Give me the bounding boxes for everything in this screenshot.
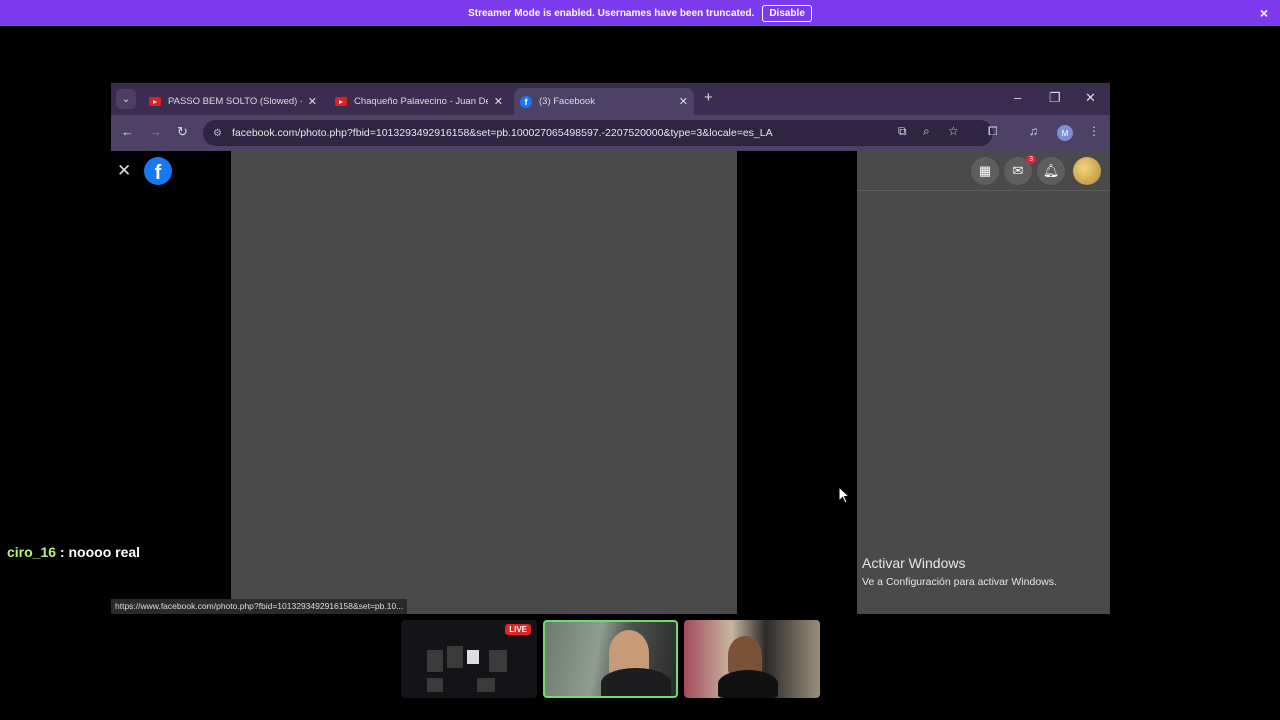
tab-label: Chaqueño Palavecino - Juan De bbox=[354, 96, 488, 107]
preview-thumbnail bbox=[467, 650, 479, 664]
profile-avatar[interactable]: M bbox=[1057, 125, 1073, 141]
browser-window: ⌄ PASSO BEM SOLTO (Slowed) - Y ✕ Chaqueñ… bbox=[111, 83, 1110, 614]
youtube-icon bbox=[335, 97, 347, 106]
mouse-cursor-icon bbox=[838, 486, 850, 504]
webcam-tile[interactable] bbox=[684, 620, 820, 698]
activate-windows-title: Activar Windows bbox=[862, 555, 966, 571]
tab-close-icon[interactable]: ✕ bbox=[308, 95, 317, 108]
restore-icon[interactable]: ❐ bbox=[1049, 90, 1061, 106]
tab-youtube-passo[interactable]: PASSO BEM SOLTO (Slowed) - Y ✕ bbox=[143, 88, 323, 115]
banner-text: Streamer Mode is enabled. Usernames have… bbox=[468, 7, 755, 19]
extensions-icon[interactable]: ⧠ bbox=[988, 124, 998, 139]
messenger-badge: 3 bbox=[1026, 155, 1036, 164]
new-tab-button[interactable]: + bbox=[704, 89, 713, 106]
activate-windows-subtitle: Ve a Configuración para activar Windows. bbox=[862, 576, 1057, 588]
menu-grid-icon[interactable]: ▦ bbox=[971, 157, 999, 185]
preview-thumbnail bbox=[447, 646, 463, 668]
messenger-icon[interactable]: ✉ 3 bbox=[1004, 155, 1036, 185]
site-info-icon[interactable]: ⚙ bbox=[213, 128, 222, 139]
preview-thumbnail bbox=[477, 678, 495, 692]
disable-streamer-mode-button[interactable]: Disable bbox=[762, 4, 812, 22]
browser-toolbar: ← → ↻ ⚙ facebook.com/photo.php?fbid=1013… bbox=[111, 115, 1110, 151]
chat-separator: : bbox=[56, 544, 69, 560]
link-status-bar: https://www.facebook.com/photo.php?fbid=… bbox=[111, 599, 408, 614]
tab-facebook[interactable]: f (3) Facebook ✕ bbox=[514, 88, 694, 115]
minimize-icon[interactable]: – bbox=[1014, 90, 1021, 105]
photo-viewer bbox=[231, 151, 737, 614]
notifications-bell-icon[interactable]: 🔔︎ bbox=[1037, 157, 1065, 185]
tab-label: PASSO BEM SOLTO (Slowed) - Y bbox=[168, 96, 302, 107]
tab-search-dropdown-icon[interactable]: ⌄ bbox=[116, 89, 136, 109]
bookmark-star-icon[interactable]: ☆ bbox=[948, 124, 959, 138]
live-badge: LIVE bbox=[505, 624, 531, 635]
guest-body bbox=[718, 670, 778, 698]
install-app-icon[interactable]: ⧉ bbox=[898, 124, 907, 139]
chat-username: ciro_16 bbox=[7, 544, 57, 560]
banner-close-icon[interactable]: × bbox=[1260, 5, 1268, 21]
close-photo-icon[interactable]: ✕ bbox=[117, 161, 131, 181]
chat-message: ciro_16 : noooo real bbox=[7, 544, 140, 560]
more-menu-icon[interactable]: ⋮ bbox=[1088, 124, 1100, 138]
streamer-mode-banner: Streamer Mode is enabled. Usernames have… bbox=[0, 0, 1280, 26]
window-close-icon[interactable]: ✕ bbox=[1085, 90, 1096, 106]
stream-preview-tile[interactable]: LIVE bbox=[401, 620, 537, 698]
zoom-icon[interactable]: ⌕ bbox=[923, 124, 930, 139]
address-bar[interactable]: ⚙ facebook.com/photo.php?fbid=1013293492… bbox=[203, 120, 993, 146]
reload-icon[interactable]: ↻ bbox=[177, 124, 188, 140]
tab-youtube-chaqueno[interactable]: Chaqueño Palavecino - Juan De ✕ bbox=[329, 88, 509, 115]
account-avatar[interactable] bbox=[1073, 157, 1101, 185]
preview-thumbnail bbox=[489, 650, 507, 672]
address-url[interactable]: facebook.com/photo.php?fbid=101329349291… bbox=[232, 127, 773, 139]
media-controls-icon[interactable]: ♫ bbox=[1029, 124, 1038, 138]
page-content: ✕ f ▦ ✉ 3 🔔︎ Activar Windows Ve a Config… bbox=[111, 151, 1110, 614]
chat-text: noooo real bbox=[68, 544, 141, 560]
tab-label: (3) Facebook bbox=[539, 96, 595, 107]
preview-thumbnail bbox=[427, 678, 443, 692]
back-arrow-icon[interactable]: ← bbox=[121, 124, 134, 139]
tab-close-icon[interactable]: ✕ bbox=[679, 95, 688, 108]
forward-arrow-icon[interactable]: → bbox=[149, 124, 162, 139]
guest-face bbox=[728, 636, 762, 674]
webcam-tile-active[interactable] bbox=[543, 620, 678, 698]
facebook-logo[interactable]: f bbox=[144, 157, 172, 185]
tab-strip: ⌄ PASSO BEM SOLTO (Slowed) - Y ✕ Chaqueñ… bbox=[111, 83, 1110, 115]
side-panel-header: ▦ ✉ 3 🔔︎ bbox=[857, 151, 1110, 191]
youtube-icon bbox=[149, 97, 161, 106]
photo-side-panel: ▦ ✉ 3 🔔︎ Activar Windows Ve a Configurac… bbox=[857, 151, 1110, 614]
streamer-body bbox=[601, 668, 671, 696]
facebook-icon: f bbox=[520, 95, 532, 108]
tab-close-icon[interactable]: ✕ bbox=[494, 95, 503, 108]
preview-thumbnail bbox=[427, 650, 443, 672]
